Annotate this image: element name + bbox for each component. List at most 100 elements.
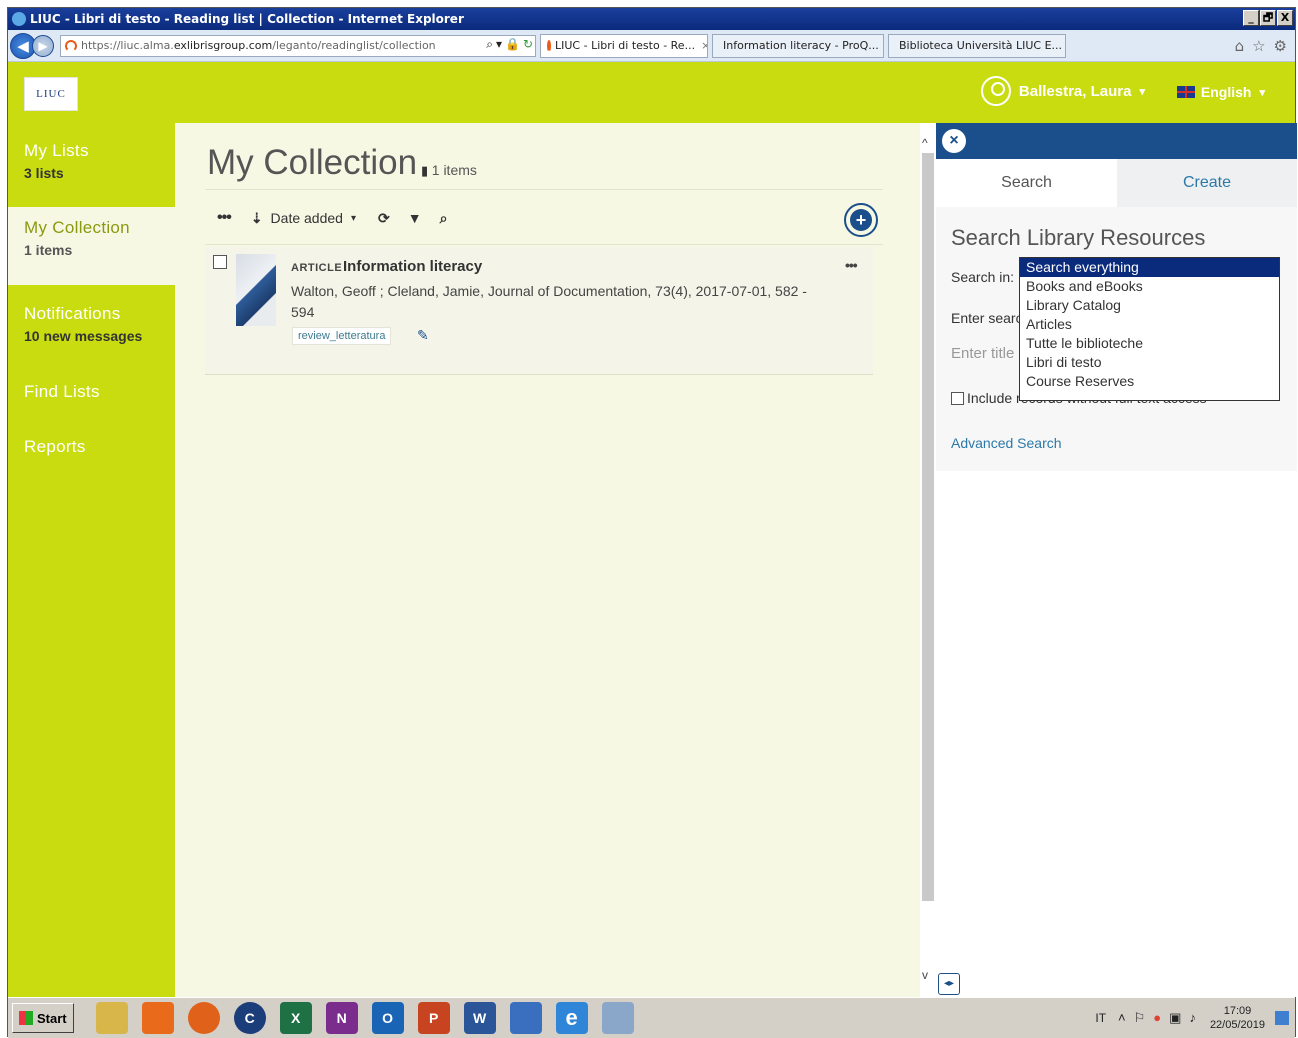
show-desktop-button[interactable]: [1275, 1011, 1289, 1025]
clock[interactable]: 17:09 22/05/2019: [1210, 1004, 1265, 1032]
browser-tab-proquest[interactable]: Information literacy - ProQ...: [712, 33, 884, 58]
search-icon[interactable]: ⌕: [440, 210, 448, 227]
scroll-down-icon[interactable]: v: [922, 968, 928, 982]
close-window-button[interactable]: X: [1277, 10, 1293, 26]
item-checkbox[interactable]: [213, 255, 227, 269]
onenote-icon[interactable]: N: [325, 1002, 358, 1034]
powerpoint-icon[interactable]: P: [417, 1002, 450, 1034]
dropdown-option[interactable]: Libri di testo: [1020, 353, 1279, 372]
sidebar-item-label: Reports: [24, 437, 86, 456]
language-selector[interactable]: English ▾: [1176, 84, 1265, 100]
antivirus-icon[interactable]: ●: [1153, 1010, 1161, 1026]
dropdown-arrow-icon[interactable]: ▾: [496, 37, 502, 51]
panel-title: Search Library Resources: [951, 225, 1206, 250]
minimize-button[interactable]: _: [1243, 10, 1259, 26]
tray-icons: ˄ ⚐ ● ▣ ♪: [1118, 1010, 1196, 1026]
add-item-button[interactable]: +: [844, 203, 878, 237]
scrollbar[interactable]: ^ v: [920, 123, 936, 997]
tab-favicon-icon: [547, 39, 551, 52]
tab-search[interactable]: Search: [936, 159, 1117, 207]
item-tag[interactable]: review_letteratura: [292, 327, 392, 345]
browser-tab-biblioteca[interactable]: Biblioteca Università LIUC E...: [888, 33, 1066, 58]
more-options-icon[interactable]: •••: [217, 209, 232, 227]
tab-create[interactable]: Create: [1117, 159, 1297, 207]
plus-icon: +: [850, 209, 872, 231]
network-icon[interactable]: ▣: [1169, 1010, 1181, 1026]
tab-label: LIUC - Libri di testo - Re...: [555, 39, 696, 52]
app-header: LIUC Ballestra, Laura ▾ English ▾: [8, 62, 1295, 123]
divider: [205, 244, 883, 245]
sort-label[interactable]: Date added: [271, 210, 343, 226]
browser-tab-liuc[interactable]: LIUC - Libri di testo - Re... ×: [540, 33, 708, 58]
firefox-icon[interactable]: [187, 1002, 220, 1034]
dropdown-option[interactable]: Course Reserves: [1020, 372, 1279, 391]
include-checkbox[interactable]: [951, 391, 964, 405]
sidebar-item-my-collection[interactable]: My Collection 1 items: [8, 207, 175, 285]
edit-pencil-icon[interactable]: ✎: [417, 327, 429, 344]
page-title: My Collection: [207, 143, 418, 182]
scroll-up-icon[interactable]: ^: [922, 136, 928, 150]
chevron-up-icon[interactable]: ˄: [1118, 1010, 1126, 1026]
search-icon[interactable]: ⌕: [486, 37, 493, 52]
close-tab-icon[interactable]: ×: [701, 39, 707, 52]
maximize-button[interactable]: 🗗: [1260, 10, 1276, 26]
browser-toolbar: ◀ ▶ https://liuc.alma. exlibrisgroup.com /…: [8, 30, 1295, 62]
chevron-down-icon[interactable]: ▾: [351, 213, 356, 224]
sidebar-item-sub: 1 items: [24, 242, 73, 258]
url-prefix: https://liuc.alma.: [81, 39, 174, 52]
media-icon[interactable]: [141, 1002, 174, 1034]
dropdown-option[interactable]: Articles: [1020, 315, 1279, 334]
dropdown-option[interactable]: Tutte le biblioteche: [1020, 334, 1279, 353]
item-more-icon[interactable]: •••: [845, 257, 858, 273]
ccleaner-icon[interactable]: C: [233, 1002, 266, 1034]
user-menu[interactable]: Ballestra, Laura ▾: [980, 76, 1145, 106]
sidebar-item-notifications[interactable]: Notifications 10 new messages: [8, 304, 175, 344]
sidebar-item-find-lists[interactable]: Find Lists: [8, 382, 175, 402]
settings-gear-icon[interactable]: ⚙: [1274, 37, 1287, 55]
refresh-icon[interactable]: ⟳: [378, 210, 390, 227]
item-thumbnail[interactable]: [236, 254, 276, 326]
excel-icon[interactable]: X: [279, 1002, 312, 1034]
item-title[interactable]: Information literacy: [343, 258, 482, 275]
chevron-down-icon: ▾: [1139, 85, 1145, 98]
panel-tabs: Search Create: [936, 159, 1297, 207]
liuc-logo[interactable]: LIUC: [24, 77, 78, 111]
search-in-dropdown[interactable]: Search everything Books and eBooks Libra…: [1019, 257, 1280, 401]
user-name: Ballestra, Laura: [1018, 82, 1132, 100]
home-icon[interactable]: ⌂: [1235, 37, 1245, 55]
address-tools: ⌕ ▾ 🔒 ↻: [486, 37, 533, 52]
item-type: ARTICLE: [291, 262, 343, 274]
window-controls: _ 🗗 X: [1243, 10, 1293, 26]
url-host: exlibrisgroup.com: [173, 39, 273, 52]
dropdown-option[interactable]: Search everything: [1020, 258, 1279, 277]
flag-icon[interactable]: ⚐: [1134, 1010, 1146, 1026]
input-language[interactable]: IT: [1095, 1011, 1106, 1025]
collection-item[interactable]: ARTICLE Information literacy Walton, Geo…: [205, 247, 873, 375]
dropdown-option[interactable]: Library Catalog: [1020, 296, 1279, 315]
address-bar[interactable]: https://liuc.alma. exlibrisgroup.com/lega…: [60, 34, 536, 57]
word-icon[interactable]: W: [463, 1002, 496, 1034]
sidebar-item-sub: 10 new messages: [24, 328, 143, 344]
sort-icon[interactable]: ⇣: [251, 210, 263, 227]
start-button[interactable]: Start: [12, 1003, 74, 1033]
filter-icon[interactable]: ▼: [408, 210, 422, 226]
forward-button[interactable]: ▶: [32, 34, 54, 57]
sidebar-item-reports[interactable]: Reports: [8, 437, 175, 457]
note-icon[interactable]: [601, 1002, 634, 1034]
ie-icon[interactable]: e: [555, 1002, 588, 1034]
sidebar-item-my-lists[interactable]: My Lists 3 lists: [8, 141, 175, 181]
outlook-icon[interactable]: O: [371, 1002, 404, 1034]
advanced-search-link[interactable]: Advanced Search: [951, 435, 1062, 451]
lock-icon[interactable]: 🔒: [505, 37, 520, 51]
refresh-icon[interactable]: ↻: [523, 37, 533, 51]
security-icon[interactable]: [509, 1002, 542, 1034]
explorer-icon[interactable]: [95, 1002, 128, 1034]
close-icon[interactable]: ×: [942, 129, 966, 153]
window-titlebar: LIUC - Libri di testo - Reading list | C…: [8, 8, 1295, 30]
expand-panel-icon[interactable]: ◂▸: [938, 973, 960, 995]
dropdown-option[interactable]: Books and eBooks: [1020, 277, 1279, 296]
scrollbar-thumb[interactable]: [922, 153, 934, 901]
volume-icon[interactable]: ♪: [1189, 1010, 1196, 1026]
user-avatar-icon: [980, 76, 1011, 106]
favorites-star-icon[interactable]: ☆: [1252, 37, 1265, 55]
